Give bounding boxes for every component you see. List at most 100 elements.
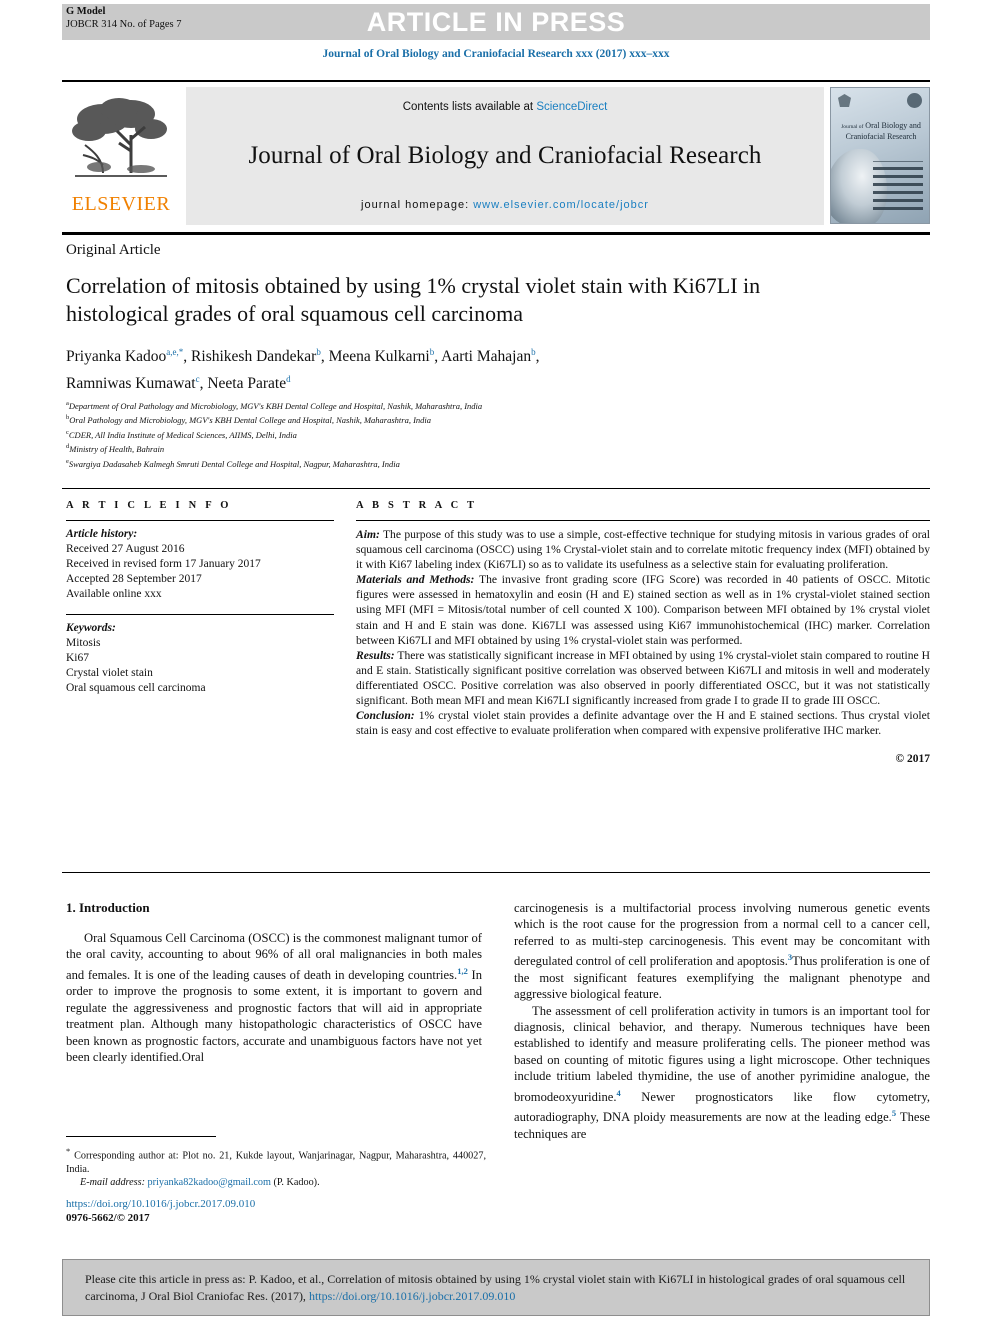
abstract-bottom-rule <box>62 872 930 873</box>
citation-ref-1-2[interactable]: 1,2 <box>457 966 468 976</box>
footnote-rule <box>66 1136 216 1137</box>
abstract-results-text: There was statistically significant incr… <box>356 648 930 708</box>
author-name[interactable]: Priyanka Kadoo <box>66 348 166 365</box>
affiliation-marker: c <box>66 428 69 436</box>
author-list: Priyanka Kadooa,e,*, Rishikesh Dandekarb… <box>66 347 540 393</box>
email-suffix: (P. Kadoo). <box>270 1177 320 1189</box>
keyword-item: Crystal violet stain <box>66 667 153 679</box>
journal-masthead: ELSEVIER Contents lists available at Sci… <box>62 80 930 225</box>
author-affiliation-marker: b <box>429 347 435 357</box>
body-column-right: carcinogenesis is a multifactorial proce… <box>514 900 930 1142</box>
corresponding-author-text: Corresponding author at: Plot no. 21, Ku… <box>66 1150 486 1175</box>
abstract-methods: Materials and Methods: The invasive fron… <box>356 572 930 647</box>
abstract-results-label: Results: <box>356 648 395 662</box>
affiliation-marker: d <box>66 443 70 451</box>
keywords-label: Keywords: <box>66 622 116 634</box>
contents-lists-line: Contents lists available at ScienceDirec… <box>403 101 608 113</box>
cover-title-prefix: Journal of <box>841 124 864 130</box>
article-history-block: Article history: Received 27 August 2016… <box>66 527 334 602</box>
author-affiliation-marker: d <box>286 374 291 385</box>
abstract-conclusion-text: 1% crystal violet stain provides a defin… <box>356 709 930 738</box>
elsevier-wordmark: ELSEVIER <box>71 193 171 215</box>
homepage-url-link[interactable]: www.elsevier.com/locate/jobcr <box>473 199 649 211</box>
citation-footer-text: Please cite this article in press as: P.… <box>85 1271 907 1305</box>
abstract-panel: A B S T R A C T Aim: The purpose of this… <box>356 500 930 767</box>
author-name[interactable]: Rishikesh Dandekar <box>191 348 316 365</box>
abstract-heading: A B S T R A C T <box>356 500 478 511</box>
affiliation-list: aDepartment of Oral Pathology and Microb… <box>66 398 886 470</box>
cover-title-main: Oral Biology and <box>865 121 921 130</box>
affiliation-marker: b <box>66 414 70 422</box>
abstract-aim: Aim: The purpose of this study was to us… <box>356 527 930 572</box>
article-body: 1. Introduction Oral Squamous Cell Carci… <box>66 900 930 1142</box>
article-history-item: Accepted 28 September 2017 <box>66 573 202 585</box>
footnote-block: * Corresponding author at: Plot no. 21, … <box>66 1145 486 1190</box>
author-name[interactable]: Ramniwas Kumawat <box>66 375 196 392</box>
intro-paragraph-right-2: The assessment of cell proliferation act… <box>514 1003 930 1143</box>
page-title: Correlation of mitosis obtained by using… <box>66 272 866 328</box>
abstract-conclusion-label: Conclusion: <box>356 709 415 723</box>
author-name[interactable]: Neeta Parate <box>207 375 286 392</box>
affiliation-marker: e <box>66 457 69 465</box>
article-in-press-label: ARTICLE IN PRESS <box>366 6 626 37</box>
journal-title-box: Contents lists available at ScienceDirec… <box>186 87 824 225</box>
article-head-rule <box>62 488 930 489</box>
jobcr-pages-label: JOBCR 314 No. of Pages 7 <box>66 18 182 30</box>
affiliation-item: aDepartment of Oral Pathology and Microb… <box>66 400 483 411</box>
author-affiliation-marker: a,e,* <box>166 347 184 357</box>
article-history-item: Received in revised form 17 January 2017 <box>66 558 261 570</box>
cover-title: Journal of Oral Biology and Craniofacial… <box>837 121 925 142</box>
author-name[interactable]: Meena Kulkarni <box>329 348 430 365</box>
citation-footer-box: Please cite this article in press as: P.… <box>62 1259 930 1316</box>
abstract-aim-text: The purpose of this study was to use a s… <box>356 528 930 572</box>
article-history-item: Available online xxx <box>66 588 162 600</box>
elsevier-tree-icon <box>69 89 173 193</box>
affiliation-item: dMinistry of Health, Bahrain <box>66 443 165 455</box>
intro-right2-text-a: The assessment of cell proliferation act… <box>514 1003 930 1104</box>
title-line-1: Correlation of mitosis obtained by using… <box>66 273 668 298</box>
body-column-left: 1. Introduction Oral Squamous Cell Carci… <box>66 900 482 1142</box>
keyword-item: Oral squamous cell carcinoma <box>66 682 206 694</box>
homepage-label: journal homepage: <box>361 199 474 211</box>
email-note: E-mail address: priyanka82kadoo@gmail.co… <box>66 1176 486 1189</box>
intro-left-text-a: Oral Squamous Cell Carcinoma (OSCC) is t… <box>66 931 482 982</box>
masthead-bottom-rule <box>62 232 930 235</box>
email-label: E-mail address: <box>80 1177 145 1189</box>
keyword-item: Mitosis <box>66 637 101 649</box>
cover-emblem-left-icon <box>838 94 851 107</box>
affiliation-item: eSwargiya Dadasaheb Kalmegh Smruti Denta… <box>66 457 400 469</box>
author-name[interactable]: Aarti Mahajan <box>441 348 531 365</box>
doi-link[interactable]: https://doi.org/10.1016/j.jobcr.2017.09.… <box>66 1197 255 1211</box>
abstract-conclusion: Conclusion: 1% crystal violet stain prov… <box>356 708 930 738</box>
sciencedirect-link[interactable]: ScienceDirect <box>536 101 607 113</box>
intro-paragraph-right-1: carcinogenesis is a multifactorial proce… <box>514 900 930 1003</box>
affiliation-item: bOral Pathology and Microbiology, MGV's … <box>66 414 432 426</box>
journal-reference-line: Journal of Oral Biology and Craniofacial… <box>322 48 670 60</box>
g-model-label: G Model <box>66 6 106 17</box>
article-history-item: Received 27 August 2016 <box>66 543 185 555</box>
article-history-label: Article history: <box>66 528 138 540</box>
contents-prefix: Contents lists available at <box>402 101 537 113</box>
citation-doi-link[interactable]: https://doi.org/10.1016/j.jobcr.2017.09.… <box>309 1289 515 1303</box>
keywords-block: Keywords: Mitosis Ki67 Crystal violet stai… <box>66 621 334 696</box>
article-info-separator <box>66 614 334 615</box>
article-info-heading: A R T I C L E I N F O <box>66 500 232 511</box>
email-link[interactable]: priyanka82kadoo@gmail.com <box>148 1177 271 1188</box>
abstract-rule <box>356 520 930 521</box>
cover-title-main2: Craniofacial Research <box>845 132 917 141</box>
keyword-item: Ki67 <box>66 652 89 664</box>
article-info-panel: A R T I C L E I N F O Article history: R… <box>66 500 334 696</box>
intro-paragraph-left: Oral Squamous Cell Carcinoma (OSCC) is t… <box>66 930 482 1065</box>
journal-name: Journal of Oral Biology and Craniofacial… <box>248 142 762 169</box>
abstract-copyright: © 2017 <box>895 753 930 766</box>
author-affiliation-marker: c <box>195 374 200 385</box>
abstract-methods-label: Materials and Methods: <box>356 573 475 587</box>
affiliation-item: cCDER, All India Institute of Medical Sc… <box>66 428 297 440</box>
g-model-block: G Model JOBCR 314 No. of Pages 7 <box>66 6 182 31</box>
article-info-rule <box>66 520 334 521</box>
intro-left-text-b: In order to improve the prognosis to som… <box>66 968 482 1065</box>
keywords-items: Mitosis Ki67 Crystal violet stain Oral squa… <box>66 636 334 696</box>
journal-homepage-line: journal homepage: www.elsevier.com/locat… <box>361 199 649 211</box>
affiliation-marker: a <box>66 400 69 407</box>
cover-text-bars <box>873 160 923 216</box>
